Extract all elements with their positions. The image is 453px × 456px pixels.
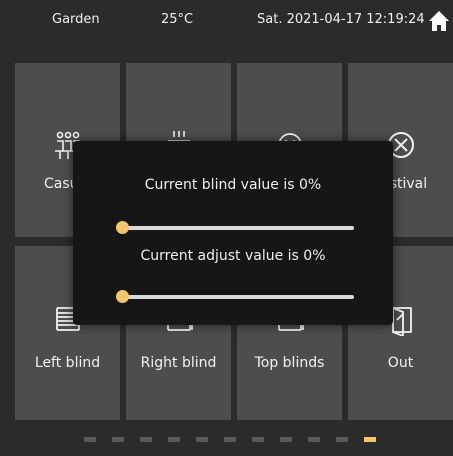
- page-dot[interactable]: [308, 437, 320, 442]
- slider-track: [122, 226, 354, 230]
- tile-label: Out: [387, 355, 414, 371]
- page-dot[interactable]: [280, 437, 292, 442]
- temperature-readout: 25°C: [161, 12, 194, 27]
- tile-label: Top blinds: [254, 355, 325, 371]
- page-dot[interactable]: [168, 437, 180, 442]
- home-icon[interactable]: [428, 10, 450, 32]
- room-name[interactable]: Garden: [52, 12, 100, 27]
- date-time: Sat. 2021-04-17 12:19:24: [257, 12, 425, 27]
- adjust-slider[interactable]: [116, 288, 354, 304]
- page-dot-active[interactable]: [364, 437, 376, 442]
- value-dialog: Current blind value is 0% Current adjust…: [73, 141, 393, 325]
- slider-knob[interactable]: [116, 221, 129, 234]
- adjust-value-message: Current adjust value is 0%: [140, 248, 326, 264]
- slider-knob[interactable]: [116, 290, 129, 303]
- page-dot[interactable]: [224, 437, 236, 442]
- slider-track: [122, 295, 354, 299]
- tile-label: Right blind: [140, 355, 217, 371]
- page-dot[interactable]: [84, 437, 96, 442]
- page-dot[interactable]: [112, 437, 124, 442]
- page-indicator: [84, 437, 404, 443]
- blind-slider[interactable]: [116, 219, 354, 235]
- status-bar: Garden 25°C Sat. 2021-04-17 12:19:24: [0, 0, 453, 40]
- page-dot[interactable]: [140, 437, 152, 442]
- page-dot[interactable]: [196, 437, 208, 442]
- tile-label: Left blind: [34, 355, 101, 371]
- blind-value-message: Current blind value is 0%: [144, 177, 322, 193]
- page-dot[interactable]: [252, 437, 264, 442]
- page-dot[interactable]: [336, 437, 348, 442]
